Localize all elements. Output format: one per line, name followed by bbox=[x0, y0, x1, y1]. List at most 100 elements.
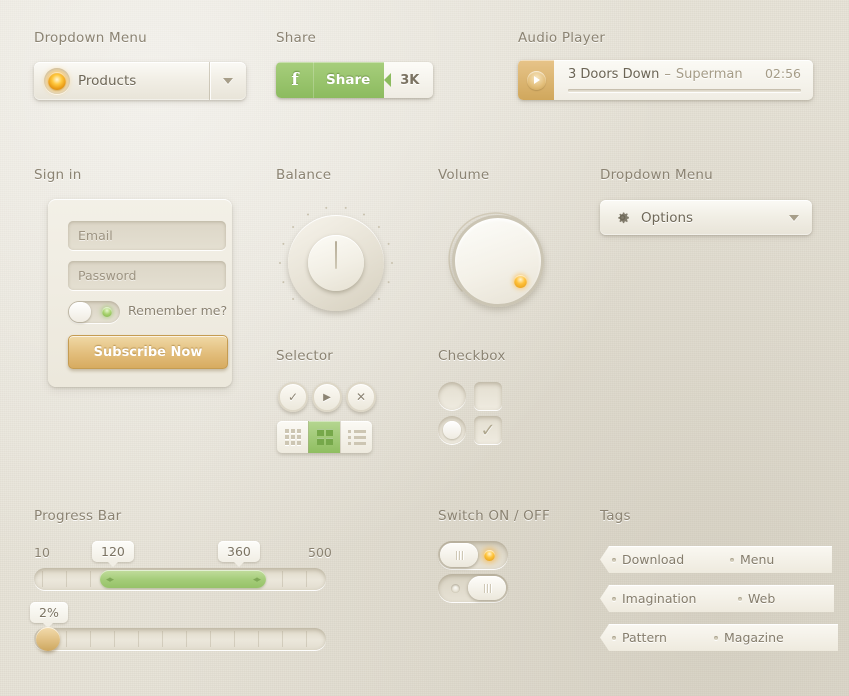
dropdown-options[interactable]: Options bbox=[600, 200, 812, 235]
signin-card: Email Password Remember me? Subscribe No… bbox=[48, 199, 232, 387]
tag-magazine[interactable]: Magazine bbox=[702, 624, 838, 651]
radio-empty[interactable] bbox=[438, 382, 466, 410]
remember-me-label: Remember me? bbox=[128, 303, 228, 318]
share-widget[interactable]: f Share 3K bbox=[276, 62, 434, 98]
range-slider-fill[interactable]: ◂▸ ◂▸ bbox=[100, 570, 266, 588]
range-handle-high[interactable]: ◂▸ bbox=[253, 575, 261, 585]
subscribe-button[interactable]: Subscribe Now bbox=[68, 335, 228, 369]
share-count: 3K bbox=[384, 62, 434, 98]
range-max-label: 500 bbox=[308, 545, 332, 560]
audio-player[interactable]: 3 Doors Down – Superman 02:56 bbox=[518, 60, 813, 100]
gear-icon bbox=[618, 212, 629, 224]
check-icon: ✓ bbox=[287, 390, 299, 404]
tag-hole bbox=[612, 635, 616, 640]
section-label-dropdown-1: Dropdown Menu bbox=[34, 30, 147, 46]
audio-progress-track[interactable] bbox=[568, 89, 801, 92]
dropdown-products[interactable]: Products bbox=[34, 62, 246, 100]
dropdown-options-value: Options bbox=[641, 209, 694, 226]
led-green-icon bbox=[102, 307, 112, 317]
section-label-audio: Audio Player bbox=[518, 30, 606, 46]
volume-knob-indicator bbox=[514, 275, 527, 288]
facebook-icon[interactable]: f bbox=[276, 62, 314, 98]
balance-knob-indicator bbox=[335, 241, 337, 269]
toggle-knob bbox=[69, 302, 91, 322]
tag-hole bbox=[612, 596, 616, 601]
range-handle-low[interactable]: ◂▸ bbox=[106, 575, 114, 585]
selector-play-button[interactable]: ▶ bbox=[312, 382, 342, 412]
audio-info: 3 Doors Down – Superman 02:56 bbox=[554, 60, 813, 100]
led-dot-icon-wrapper bbox=[34, 68, 78, 94]
progress-value-tooltip: 2% bbox=[30, 602, 68, 628]
dropdown-options-arrow-cell[interactable] bbox=[776, 214, 812, 221]
volume-knob-wrapper bbox=[448, 212, 544, 307]
email-field[interactable]: Email bbox=[68, 221, 226, 250]
led-dark-icon bbox=[451, 584, 460, 593]
audio-play-button[interactable] bbox=[518, 60, 554, 100]
range-low-tooltip: 120 bbox=[92, 541, 134, 567]
tag-hole bbox=[730, 557, 734, 562]
section-label-balance: Balance bbox=[276, 167, 332, 183]
section-label-tags: Tags bbox=[600, 508, 631, 524]
switch-off[interactable] bbox=[438, 541, 508, 569]
section-label-volume: Volume bbox=[438, 167, 490, 183]
play-icon bbox=[526, 70, 546, 90]
section-label-dropdown-2: Dropdown Menu bbox=[600, 167, 713, 183]
progress-slider-ticks bbox=[42, 631, 318, 647]
section-label-switch: Switch ON / OFF bbox=[438, 508, 550, 524]
remember-me-toggle[interactable] bbox=[68, 301, 120, 323]
tag-web[interactable]: Web bbox=[726, 585, 834, 612]
tag-hole bbox=[612, 557, 616, 562]
section-label-checkbox: Checkbox bbox=[438, 348, 506, 364]
range-high-tooltip: 360 bbox=[218, 541, 260, 567]
led-dot-icon bbox=[48, 72, 66, 90]
progress-slider-track[interactable] bbox=[34, 628, 326, 650]
tag-label: Pattern bbox=[622, 630, 667, 645]
segment-grid-small[interactable] bbox=[277, 421, 308, 453]
audio-time: 02:56 bbox=[764, 66, 801, 81]
tag-label: Magazine bbox=[724, 630, 784, 645]
radio-filled[interactable] bbox=[438, 416, 466, 444]
share-button[interactable]: Share bbox=[314, 62, 385, 98]
close-icon: ✕ bbox=[355, 390, 367, 404]
selector-check-button[interactable]: ✓ bbox=[278, 382, 308, 412]
selector-close-button[interactable]: ✕ bbox=[346, 382, 376, 412]
progress-slider-handle[interactable] bbox=[36, 627, 60, 651]
chevron-down-icon bbox=[223, 78, 233, 84]
led-well bbox=[44, 68, 70, 94]
tag-label: Menu bbox=[740, 552, 775, 567]
section-label-selector: Selector bbox=[276, 348, 334, 364]
segment-grid-large[interactable] bbox=[308, 421, 340, 453]
tag-hole bbox=[738, 596, 742, 601]
led-amber-icon bbox=[484, 550, 495, 561]
range-slider-track[interactable]: ◂▸ ◂▸ bbox=[34, 568, 326, 590]
audio-separator: – bbox=[664, 67, 671, 82]
tag-label: Web bbox=[748, 591, 776, 606]
checkbox-checked[interactable]: ✓ bbox=[474, 416, 502, 444]
switch-on[interactable] bbox=[438, 574, 508, 602]
audio-title-row: 3 Doors Down – Superman 02:56 bbox=[568, 66, 801, 82]
volume-knob[interactable] bbox=[452, 215, 544, 307]
switch-on-knob[interactable] bbox=[468, 576, 506, 600]
segment-list[interactable] bbox=[340, 421, 372, 453]
gear-icon-wrapper bbox=[600, 209, 641, 226]
tag-menu[interactable]: Menu bbox=[718, 546, 832, 573]
section-label-signin: Sign in bbox=[34, 167, 82, 183]
balance-knob[interactable] bbox=[279, 206, 393, 311]
audio-track: Superman bbox=[675, 67, 743, 82]
audio-artist: 3 Doors Down bbox=[568, 67, 660, 82]
grid-large-icon bbox=[316, 429, 333, 445]
section-label-progress: Progress Bar bbox=[34, 508, 122, 524]
switch-off-knob[interactable] bbox=[440, 543, 478, 567]
play-icon: ▶ bbox=[323, 391, 331, 403]
dropdown-products-value: Products bbox=[78, 73, 137, 89]
list-icon bbox=[348, 430, 366, 445]
checkbox-empty[interactable] bbox=[474, 382, 502, 410]
radio-fill bbox=[443, 421, 461, 439]
grid-small-icon bbox=[284, 429, 301, 445]
tag-label: Download bbox=[622, 552, 685, 567]
dropdown-products-arrow-cell[interactable] bbox=[209, 62, 246, 100]
password-field[interactable]: Password bbox=[68, 261, 226, 290]
section-label-share: Share bbox=[276, 30, 316, 46]
chevron-down-icon bbox=[789, 214, 799, 221]
segmented-control[interactable] bbox=[277, 421, 372, 453]
